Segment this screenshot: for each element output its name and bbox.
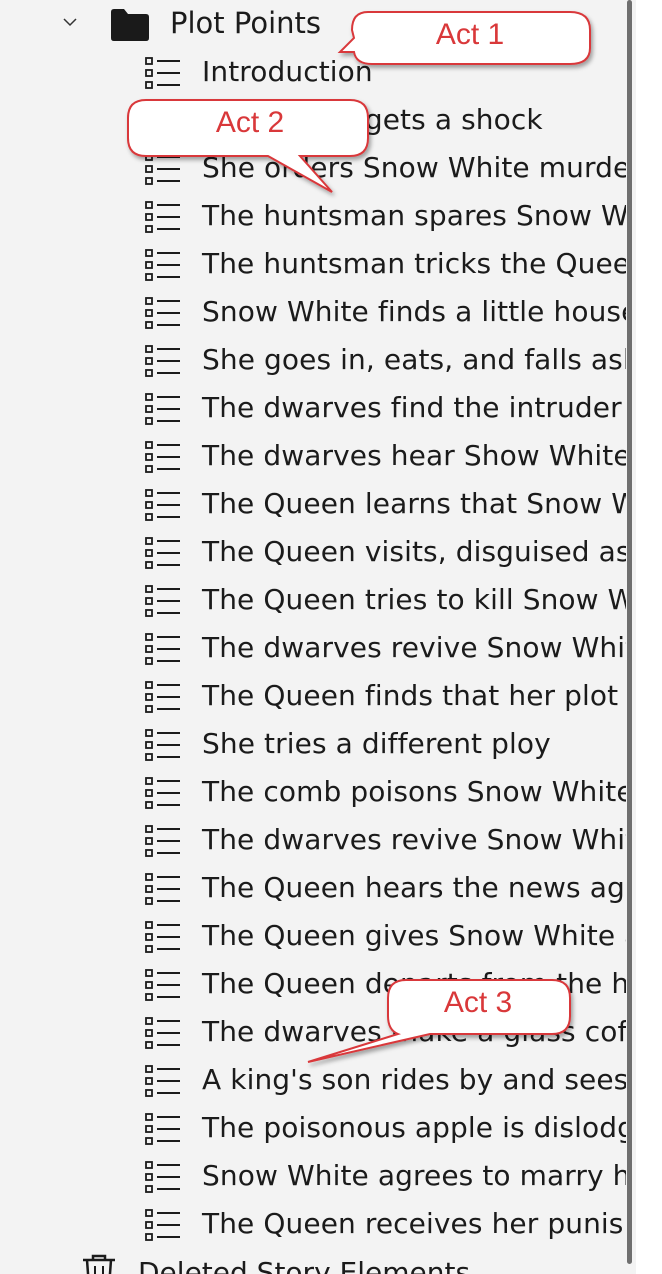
list-icon (144, 680, 182, 716)
plot-point-item[interactable]: The dwarves hear Show White's story (0, 434, 626, 482)
plot-point-label: Introduction (202, 55, 373, 88)
plot-point-item[interactable]: The Queen learns that Snow White lives (0, 482, 626, 530)
act2-callout-text: Act 2 (215, 106, 285, 139)
plot-point-item[interactable]: The dwarves revive Snow White (0, 626, 626, 674)
folder-label: Plot Points (170, 6, 321, 40)
plot-point-item[interactable]: She tries a different ploy (0, 722, 626, 770)
plot-point-label: The Queen visits, disguised as a peddler (202, 535, 626, 568)
list-icon (144, 536, 182, 572)
plot-point-item[interactable]: The Queen tries to kill Snow White (0, 578, 626, 626)
plot-point-label: The comb poisons Snow White (202, 775, 626, 808)
plot-point-label: The Queen learns that Snow White lives (202, 487, 626, 520)
list-icon (144, 440, 182, 476)
list-icon (144, 632, 182, 668)
plot-point-label: The Queen receives her punishment (202, 1207, 626, 1240)
plot-point-item[interactable]: Snow White finds a little house (0, 290, 626, 338)
list-icon (144, 1160, 182, 1196)
list-icon (144, 56, 182, 92)
plot-point-label: The huntsman spares Snow White (202, 199, 626, 232)
list-icon (144, 872, 182, 908)
plot-point-item[interactable]: She orders Snow White murdered (0, 146, 626, 194)
plot-point-item[interactable]: The poisonous apple is dislodged (0, 1106, 626, 1154)
list-icon (144, 296, 182, 332)
act1-callout-text: Act 1 (435, 18, 505, 51)
plot-point-item[interactable]: The dwarves revive Snow White again (0, 818, 626, 866)
plot-point-label: The dwarves revive Snow White again (202, 823, 626, 856)
list-icon (144, 968, 182, 1004)
list-icon (144, 392, 182, 428)
act3-callout-text: Act 3 (443, 986, 513, 1019)
list-icon (144, 776, 182, 812)
plot-point-label: The Queen finds that her plot failed (202, 679, 626, 712)
plot-point-label: She orders Snow White murdered (202, 151, 626, 184)
plot-point-label: The poisonous apple is dislodged (202, 1111, 626, 1144)
plot-point-label: The Queen tries to kill Snow White (202, 583, 626, 616)
plot-point-label: The Queen gives Snow White a poisoned ap… (202, 919, 626, 952)
list-icon (144, 920, 182, 956)
plot-point-label: The dwarves hear Show White's story (202, 439, 626, 472)
list-icon (144, 1208, 182, 1244)
plot-point-item[interactable]: The Queen hears the news again (0, 866, 626, 914)
list-icon (144, 1016, 182, 1052)
deleted-story-elements-row[interactable]: Deleted Story Elements (0, 1246, 626, 1274)
plot-point-item[interactable]: A king's son rides by and sees Snow Whit… (0, 1058, 626, 1106)
plot-point-label: Snow White agrees to marry him (202, 1159, 626, 1192)
plot-point-label: The huntsman tricks the Queen (202, 247, 626, 280)
plot-point-label: Snow White finds a little house (202, 295, 626, 328)
plot-point-item[interactable]: The Queen gives Snow White a poisoned ap… (0, 914, 626, 962)
plot-point-item[interactable]: The Queen receives her punishment (0, 1202, 626, 1250)
plot-point-item[interactable]: The Queen finds that her plot failed (0, 674, 626, 722)
plot-point-item[interactable]: Introduction (0, 50, 626, 98)
plot-point-item[interactable]: She goes in, eats, and falls asleep (0, 338, 626, 386)
list-icon (144, 200, 182, 236)
plot-point-label: The dwarves revive Snow White (202, 631, 626, 664)
list-icon (144, 488, 182, 524)
trash-label: Deleted Story Elements (138, 1256, 471, 1274)
plot-point-item[interactable]: The comb poisons Snow White (0, 770, 626, 818)
plot-points-list: Introduction The Queen gets a shock She or… (0, 50, 626, 1250)
plot-point-item[interactable]: The huntsman tricks the Queen (0, 242, 626, 290)
list-icon (144, 728, 182, 764)
plot-point-item[interactable]: The huntsman spares Snow White (0, 194, 626, 242)
plot-point-item[interactable]: Snow White agrees to marry him (0, 1154, 626, 1202)
chevron-down-icon[interactable] (62, 14, 78, 30)
list-icon (144, 584, 182, 620)
plot-point-item[interactable]: The Queen visits, disguised as a peddler (0, 530, 626, 578)
story-tree: Plot Points Introduction The Queen gets a… (0, 0, 626, 1274)
list-icon (144, 344, 182, 380)
list-icon (144, 824, 182, 860)
vertical-scrollbar[interactable] (626, 0, 636, 1274)
plot-point-item[interactable]: The dwarves find the intruder (0, 386, 626, 434)
plot-point-label: The dwarves find the intruder (202, 391, 622, 424)
plot-point-label: The Queen hears the news again (202, 871, 626, 904)
trash-icon (83, 1254, 115, 1274)
scrollbar-thumb[interactable] (627, 0, 632, 1264)
list-icon (144, 1064, 182, 1100)
list-icon (144, 152, 182, 188)
folder-icon (111, 9, 149, 41)
plot-point-label: A king's son rides by and sees Snow Whit… (202, 1063, 626, 1096)
plot-point-label: She tries a different ploy (202, 727, 551, 760)
list-icon (144, 1112, 182, 1148)
plot-point-label: She goes in, eats, and falls asleep (202, 343, 626, 376)
right-edge (636, 0, 662, 1274)
list-icon (144, 248, 182, 284)
